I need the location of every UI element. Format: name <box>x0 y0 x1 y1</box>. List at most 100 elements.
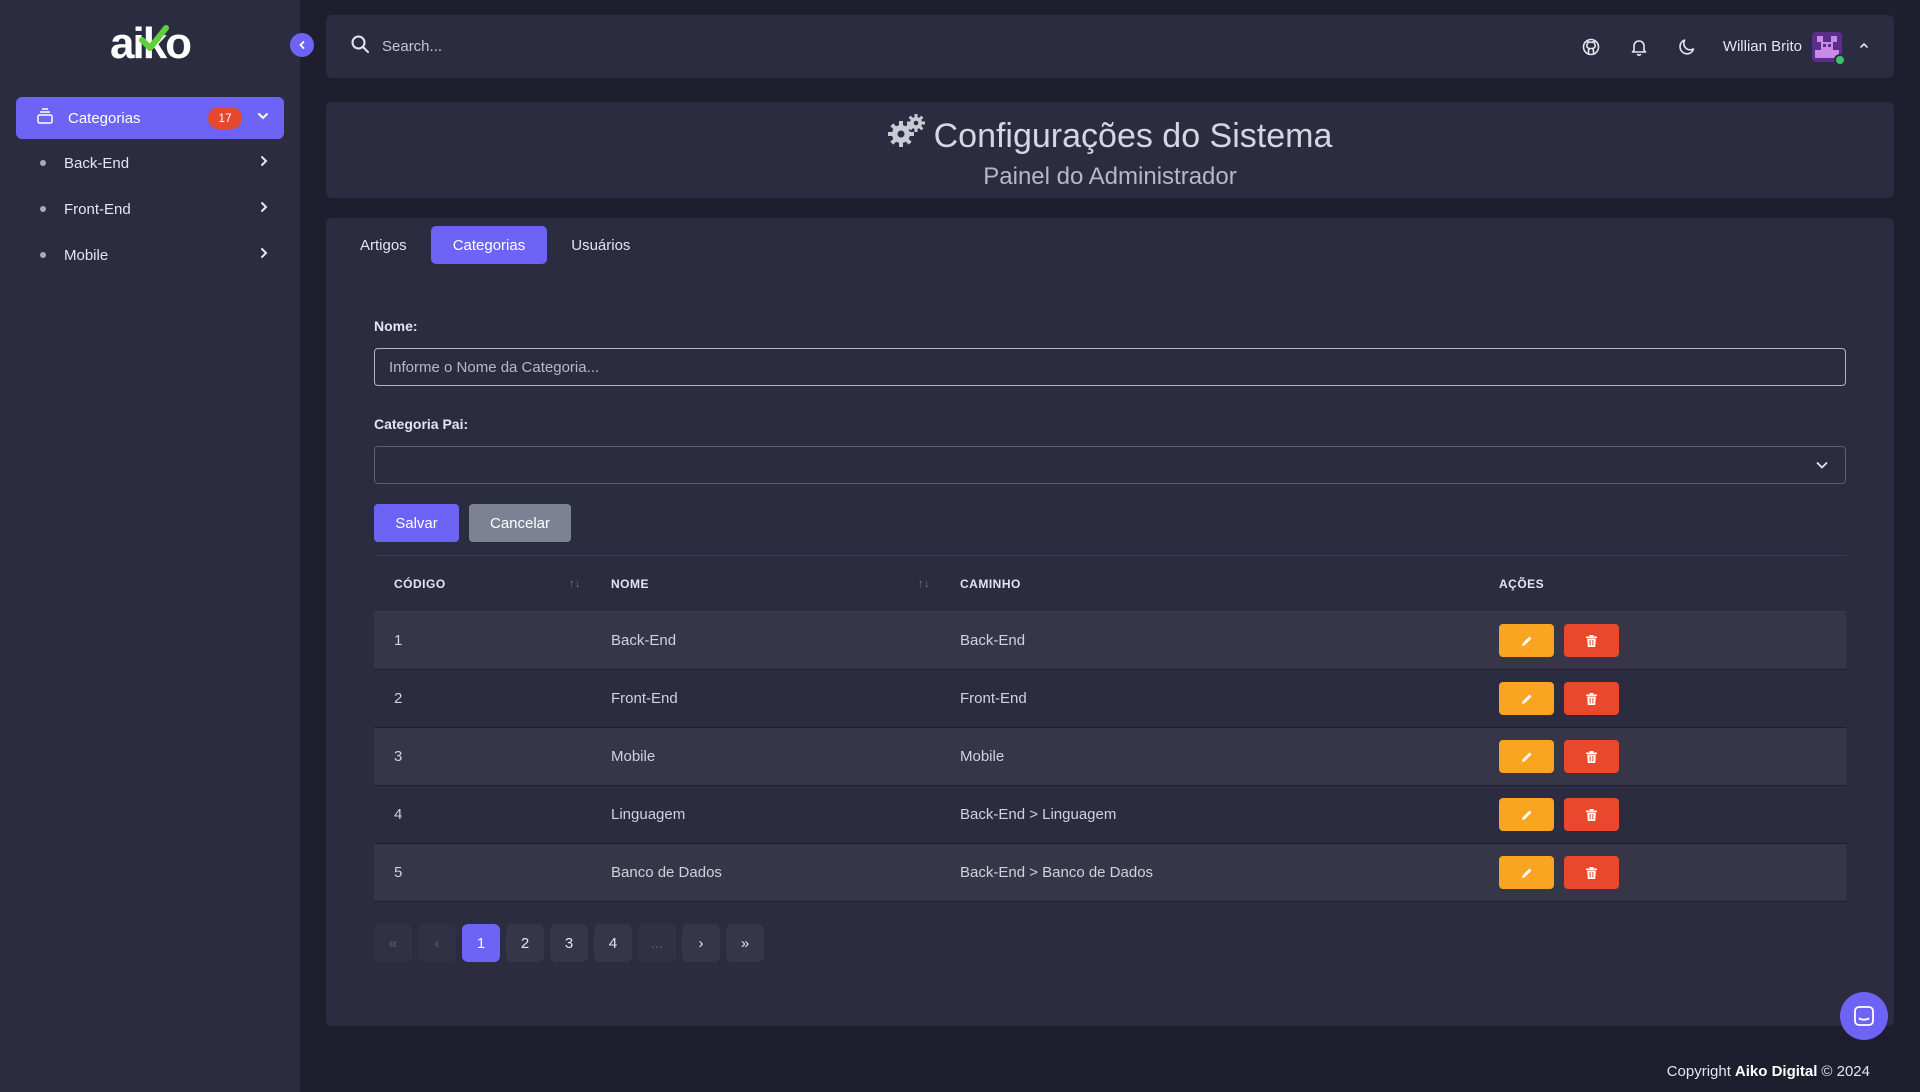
cell-name: Back-End <box>611 632 677 649</box>
column-header-acoes: AÇÕES <box>1479 556 1846 611</box>
user-name[interactable]: Willian Brito <box>1723 38 1802 55</box>
page-button-4[interactable]: 4 <box>594 924 632 962</box>
bullet-icon <box>40 206 46 212</box>
moon-icon[interactable] <box>1675 35 1699 59</box>
tabs: Artigos Categorias Usuários <box>338 226 654 264</box>
cell-code: 4 <box>394 806 403 823</box>
sort-icon: ↑↓ <box>918 577 930 590</box>
sidebar-item-label: Mobile <box>64 246 109 264</box>
pencil-icon <box>1521 752 1531 762</box>
logo-check-icon <box>139 25 169 51</box>
chevron-left-icon <box>299 41 305 49</box>
top-bar: Willian Brito <box>326 15 1894 78</box>
sidebar-item-categorias[interactable]: Categorias 17 <box>16 97 284 139</box>
search-bar <box>350 34 1555 59</box>
sort-icon: ↑↓ <box>569 577 581 590</box>
github-icon[interactable] <box>1579 35 1603 59</box>
search-input[interactable] <box>382 38 782 55</box>
tab-categorias[interactable]: Categorias <box>430 226 548 264</box>
delete-button[interactable] <box>1564 798 1619 831</box>
cell-code: 2 <box>394 690 403 707</box>
edit-button[interactable] <box>1499 740 1554 773</box>
online-status-indicator <box>1834 53 1846 66</box>
delete-button[interactable] <box>1564 856 1619 889</box>
page-button-1[interactable]: 1 <box>462 924 500 962</box>
trash-icon <box>1586 692 1597 705</box>
bullet-icon <box>40 160 46 166</box>
edit-button[interactable] <box>1499 798 1554 831</box>
avatar[interactable] <box>1812 31 1846 66</box>
first-page-button[interactable]: « <box>374 924 412 962</box>
collapse-sidebar-button[interactable] <box>290 33 314 57</box>
cell-path: Front-End <box>960 690 1027 707</box>
trash-icon <box>1586 808 1597 821</box>
column-label: AÇÕES <box>1499 576 1545 591</box>
cell-name: Front-End <box>611 690 678 707</box>
main-card: Artigos Categorias Usuários Nome: Catego… <box>326 218 1894 1026</box>
sidebar: aiko Categorias 17 Back-End Front-End Mo… <box>0 0 300 1092</box>
page-button-3[interactable]: 3 <box>550 924 588 962</box>
cell-path: Mobile <box>960 748 1005 765</box>
aiko-logo[interactable]: aiko <box>110 22 192 66</box>
save-button[interactable]: Salvar <box>374 504 459 542</box>
parent-category-label: Categoria Pai: <box>374 416 469 432</box>
pencil-icon <box>1521 694 1531 704</box>
company-name: Aiko Digital <box>1734 1062 1818 1080</box>
column-header-nome[interactable]: NOME ↑↓ <box>591 556 940 611</box>
chevron-right-icon <box>258 200 270 218</box>
chevron-down-icon[interactable] <box>256 109 270 128</box>
edit-button[interactable] <box>1499 682 1554 715</box>
footer: Copyright Aiko Digital © 2024 <box>300 1050 1920 1092</box>
column-header-codigo[interactable]: CÓDIGO ↑↓ <box>374 556 591 611</box>
column-header-caminho: CAMINHO <box>940 556 1479 611</box>
cell-path: Back-End > Banco de Dados <box>960 864 1154 881</box>
next-page-button[interactable]: › <box>682 924 720 962</box>
last-page-button[interactable]: » <box>726 924 764 962</box>
sidebar-item-label: Categorias <box>68 109 141 127</box>
form-actions: Salvar Cancelar <box>374 504 1846 542</box>
stack-icon <box>36 107 54 130</box>
sidebar-item-front-end[interactable]: Front-End <box>16 189 284 229</box>
delete-button[interactable] <box>1564 682 1619 715</box>
trash-icon <box>1586 866 1597 879</box>
prev-page-button[interactable]: ‹ <box>418 924 456 962</box>
cancel-button[interactable]: Cancelar <box>469 504 571 542</box>
sidebar-item-back-end[interactable]: Back-End <box>16 143 284 183</box>
edit-button[interactable] <box>1499 624 1554 657</box>
delete-button[interactable] <box>1564 740 1619 773</box>
category-name-input[interactable] <box>374 348 1846 386</box>
column-label: CÓDIGO <box>394 576 446 591</box>
name-label: Nome: <box>374 318 418 334</box>
cell-code: 1 <box>394 632 403 649</box>
chevron-up-icon[interactable] <box>1858 38 1870 56</box>
cell-actions <box>1479 856 1846 889</box>
page-title-row: Configurações do Sistema <box>326 114 1894 159</box>
sidebar-item-label: Front-End <box>64 200 131 218</box>
cell-path: Back-End <box>960 632 1026 649</box>
bullet-icon <box>40 252 46 258</box>
pencil-icon <box>1521 868 1531 878</box>
chevron-right-icon <box>258 246 270 264</box>
cell-code: 3 <box>394 748 403 765</box>
pagination: « ‹ 1 2 3 4 ... › » <box>374 924 770 962</box>
parent-category-select[interactable] <box>374 446 1846 484</box>
tab-artigos[interactable]: Artigos <box>338 226 429 264</box>
cell-actions <box>1479 798 1846 831</box>
cell-name: Linguagem <box>611 806 686 823</box>
chat-icon <box>1854 1006 1874 1026</box>
page-button-2[interactable]: 2 <box>506 924 544 962</box>
pencil-icon <box>1521 810 1531 820</box>
edit-button[interactable] <box>1499 856 1554 889</box>
bell-icon[interactable] <box>1627 35 1651 59</box>
pencil-icon <box>1521 636 1531 646</box>
table-row: 2 Front-End Front-End <box>374 670 1846 728</box>
cell-code: 5 <box>394 864 403 881</box>
table-row: 3 Mobile Mobile <box>374 728 1846 786</box>
chat-button[interactable] <box>1840 992 1888 1040</box>
delete-button[interactable] <box>1564 624 1619 657</box>
chevron-down-icon <box>1816 462 1828 469</box>
sidebar-item-mobile[interactable]: Mobile <box>16 235 284 275</box>
trash-icon <box>1586 634 1597 647</box>
column-label: NOME <box>611 576 649 591</box>
tab-usuarios[interactable]: Usuários <box>549 226 652 264</box>
